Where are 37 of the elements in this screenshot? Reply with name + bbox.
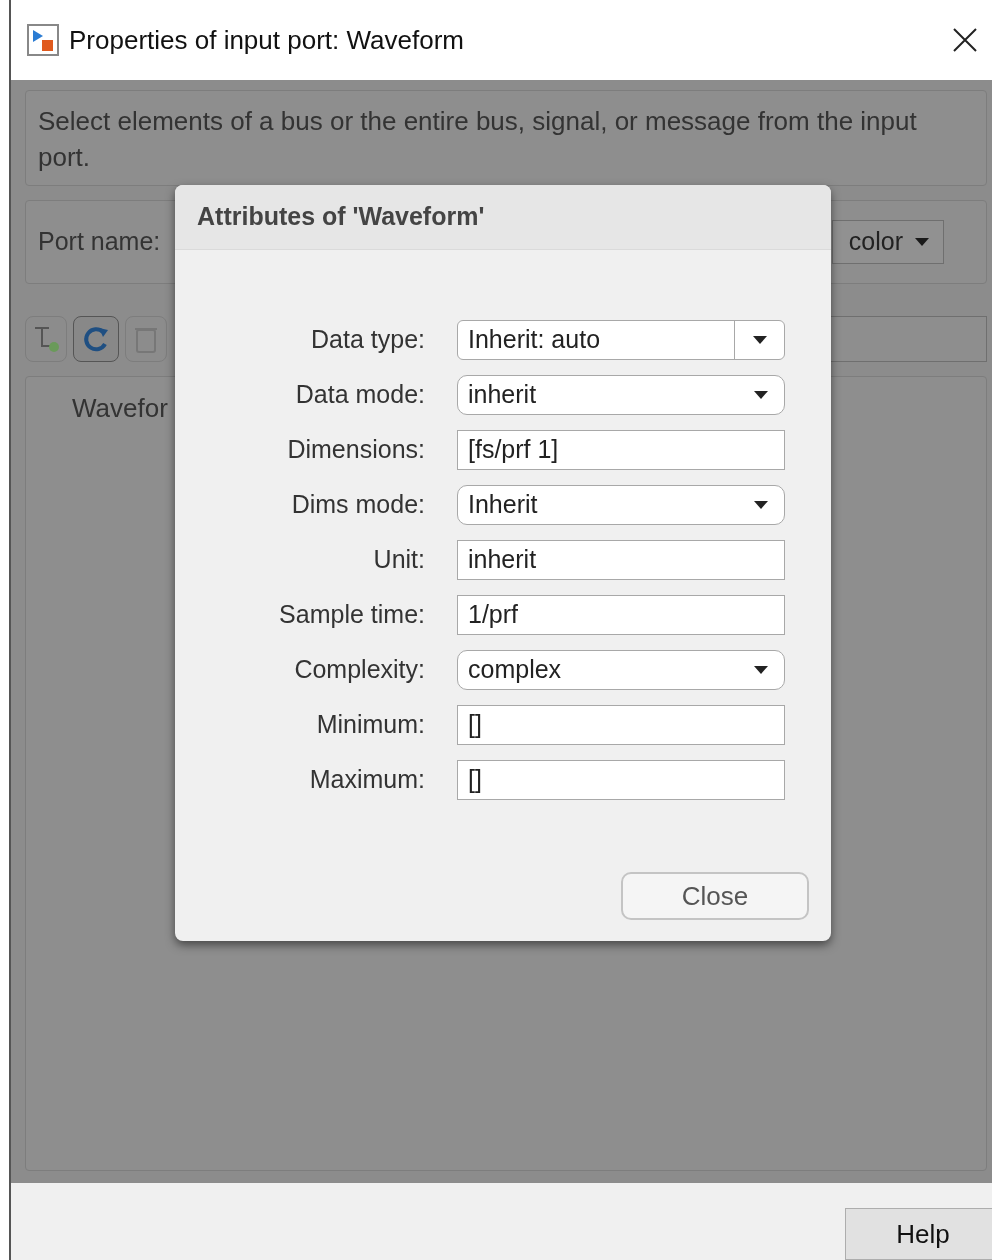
dialog-title: Attributes of 'Waveform' [197,201,485,233]
port-name-label: Port name: [38,226,161,258]
field-label: Data type: [310,324,425,356]
caret-icon [754,501,768,509]
field-label: Complexity: [293,654,425,686]
field-label: Dimensions: [286,434,425,466]
caret-icon [915,238,929,246]
caret-icon [752,336,767,344]
window-title: Properties of input port: Waveform [69,23,465,57]
close-icon [953,28,977,52]
input-field[interactable]: inherit [457,540,785,580]
dropdown[interactable]: complex [457,650,785,690]
help-button[interactable]: Help [845,1208,992,1260]
field-label: Maximum: [308,764,425,796]
refresh-button[interactable] [73,316,119,362]
add-element-button[interactable] [25,316,67,362]
combo-value: Inherit: auto [467,324,602,356]
field-label: Sample time: [278,599,425,631]
input-field[interactable]: [] [457,705,785,745]
field-label: Minimum: [315,709,425,741]
input-field[interactable]: [] [457,760,785,800]
refresh-icon [81,324,111,354]
field-label: Data mode: [294,379,425,411]
description-text: Select elements of a bus or the entire bus, signal, or message from the input port. [38,106,917,172]
input-field[interactable]: 1/prf [457,595,785,635]
input-field[interactable]: [fs/prf 1] [457,430,785,470]
caret-icon [754,666,768,674]
close-dialog-button[interactable]: Close [621,872,809,920]
dropdown[interactable]: Inherit [457,485,785,525]
field-label: Unit: [372,544,425,576]
dropdown[interactable]: inherit [457,375,785,415]
color-dropdown[interactable]: color [832,220,944,264]
field-label: Dims mode: [290,489,425,521]
data-type-combo[interactable]: Inherit: auto [457,320,785,360]
app-icon [27,24,59,56]
caret-icon [754,391,768,399]
tree-item[interactable]: Wavefor [72,389,168,428]
